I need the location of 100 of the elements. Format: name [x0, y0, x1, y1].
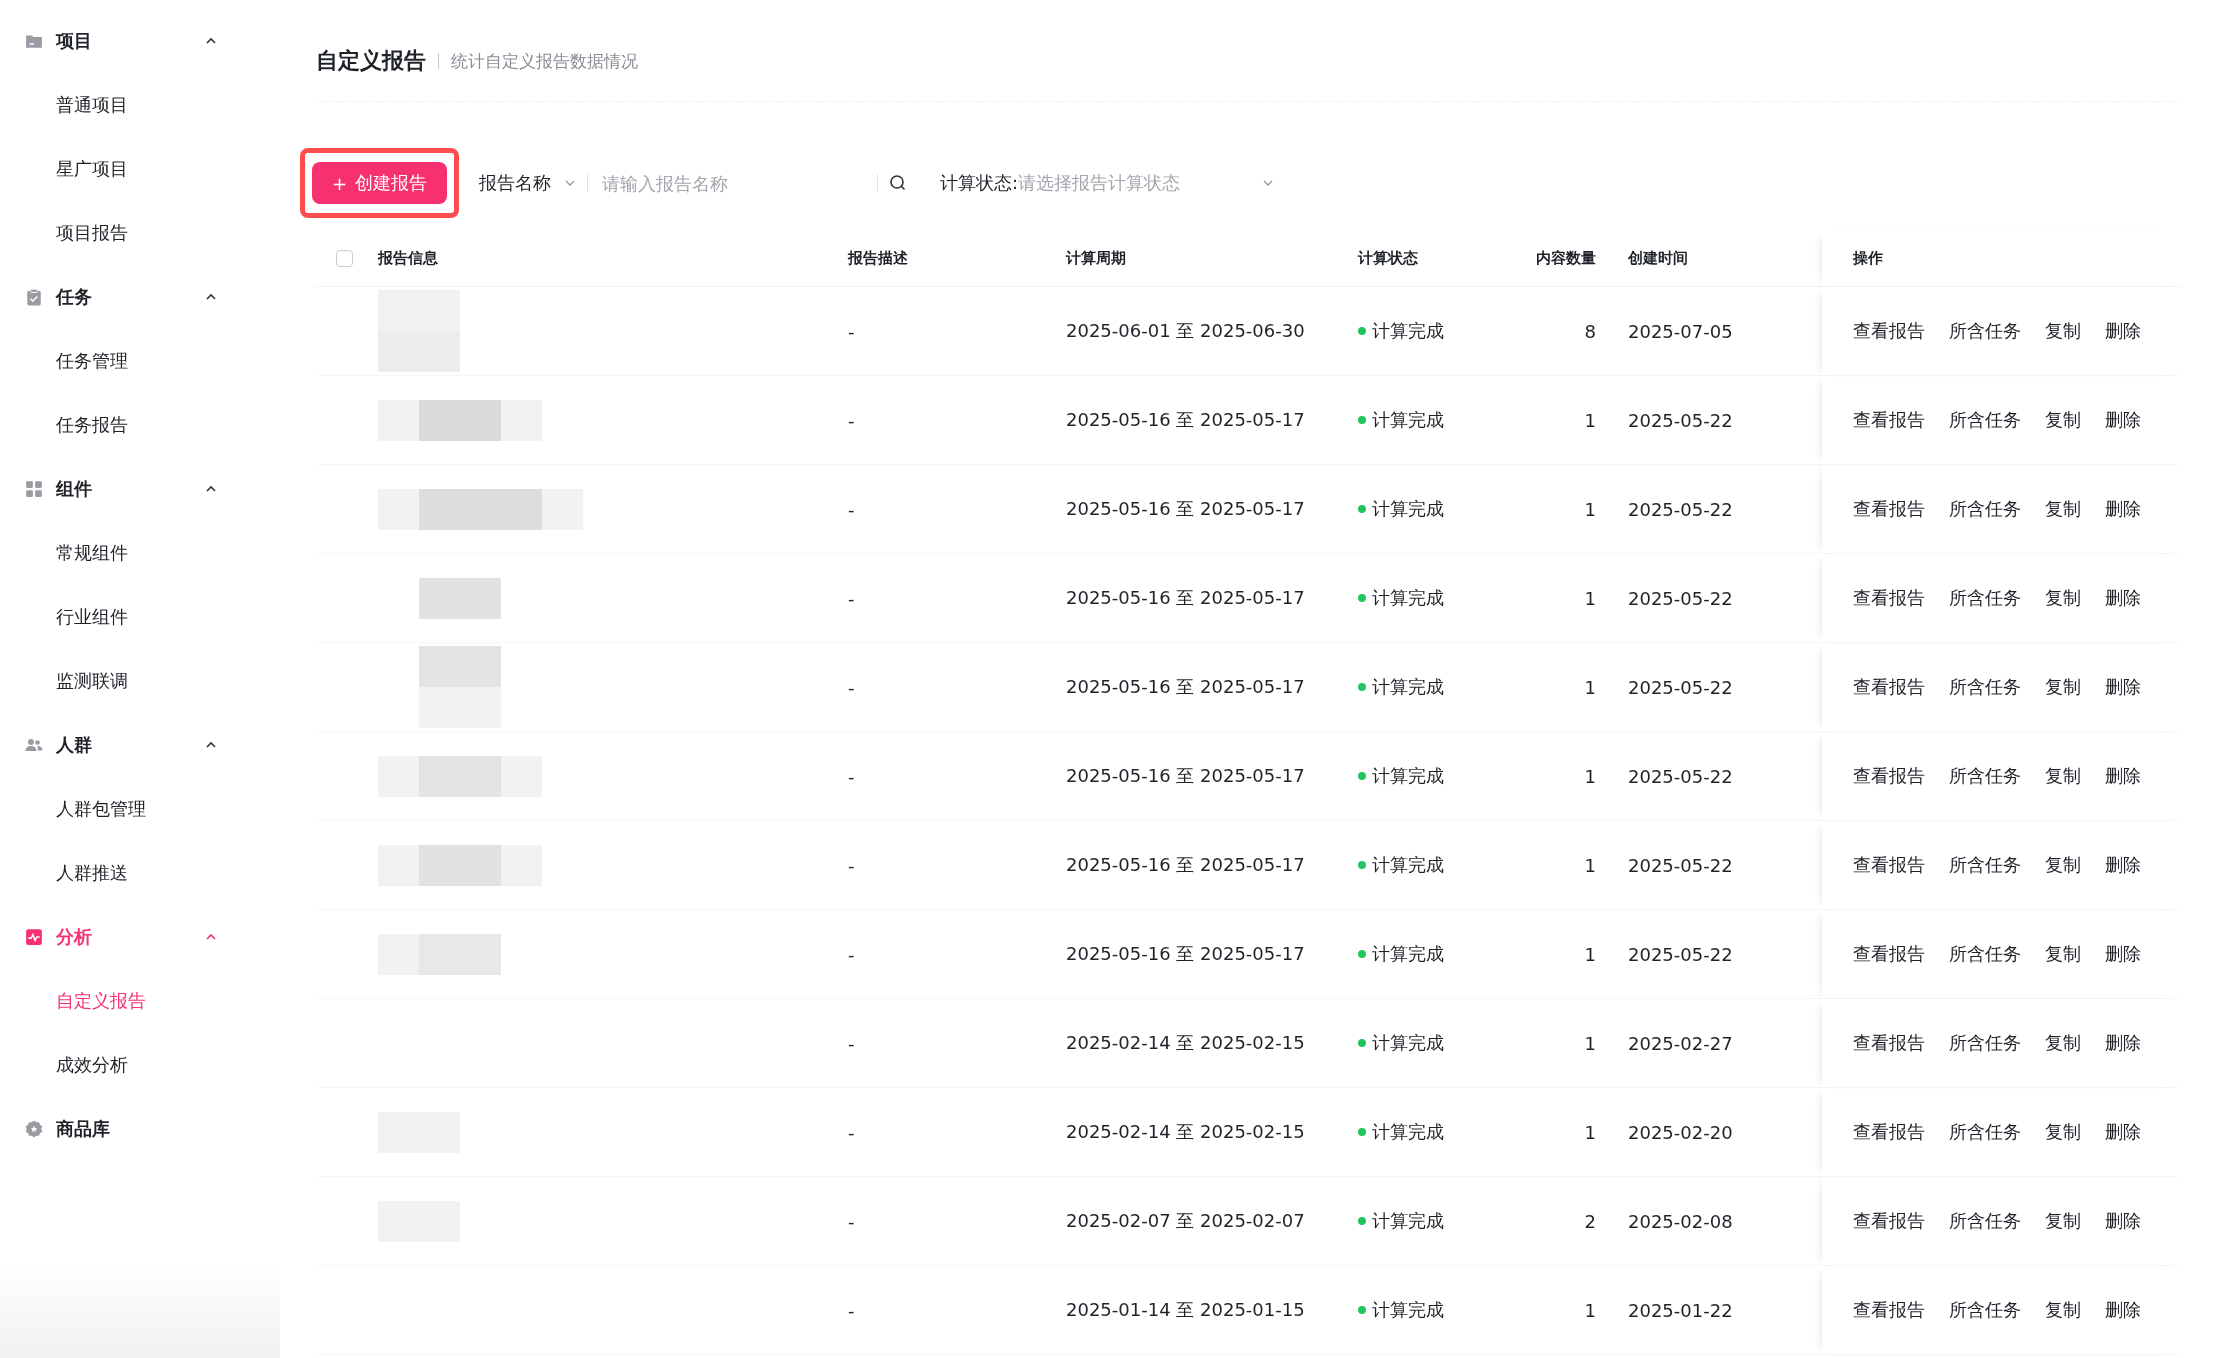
table-cell: 2025-05-22	[1612, 910, 1822, 999]
action-link[interactable]: 查看报告	[1853, 1209, 1925, 1233]
action-link[interactable]: 查看报告	[1853, 764, 1925, 788]
status-label: 计算完成	[1358, 853, 1444, 877]
action-link[interactable]: 查看报告	[1853, 497, 1925, 521]
action-link[interactable]: 删除	[2105, 675, 2141, 699]
action-link[interactable]: 删除	[2105, 586, 2141, 610]
status-filter-dropdown[interactable]: 计算状态:请选择报告计算状态	[940, 171, 1276, 195]
action-link[interactable]: 复制	[2045, 764, 2081, 788]
status-label: 计算完成	[1358, 408, 1444, 432]
action-link[interactable]: 删除	[2105, 853, 2141, 877]
menu-group[interactable]: 任务	[0, 277, 280, 317]
action-link[interactable]: 删除	[2105, 1209, 2141, 1233]
action-link[interactable]: 查看报告	[1853, 1298, 1925, 1322]
table-cell: 8	[1504, 287, 1612, 376]
action-link[interactable]: 所含任务	[1949, 1031, 2021, 1055]
action-link[interactable]: 所含任务	[1949, 853, 2021, 877]
menu-item[interactable]: 常规组件	[0, 533, 280, 573]
action-link[interactable]: 所含任务	[1949, 1209, 2021, 1233]
table-cell: 1	[1504, 465, 1612, 554]
action-link[interactable]: 所含任务	[1949, 1120, 2021, 1144]
action-link[interactable]: 查看报告	[1853, 675, 1925, 699]
action-link[interactable]: 查看报告	[1853, 586, 1925, 610]
table-cell: 2025-01-14 至 2025-01-15	[1050, 1266, 1342, 1355]
table-cell: 2025-01-22	[1612, 1266, 1822, 1355]
action-link[interactable]: 复制	[2045, 1209, 2081, 1233]
menu-group[interactable]: 组件	[0, 469, 280, 509]
table-cell: 1	[1504, 376, 1612, 465]
action-link[interactable]: 复制	[2045, 1120, 2081, 1144]
action-link[interactable]: 删除	[2105, 1031, 2141, 1055]
menu-item[interactable]: 任务管理	[0, 341, 280, 381]
action-link[interactable]: 所含任务	[1949, 764, 2021, 788]
table-cell: 2025-07-05	[1612, 287, 1822, 376]
action-link[interactable]: 所含任务	[1949, 942, 2021, 966]
action-link[interactable]: 删除	[2105, 1120, 2141, 1144]
action-link[interactable]: 删除	[2105, 497, 2141, 521]
menu-group[interactable]: 人群	[0, 725, 280, 765]
action-link[interactable]: 所含任务	[1949, 408, 2021, 432]
table-cell: 2025-05-16 至 2025-05-17	[1050, 643, 1342, 732]
create-report-button[interactable]: + 创建报告	[312, 162, 448, 204]
action-link[interactable]: 所含任务	[1949, 497, 2021, 521]
search-type-dropdown[interactable]: 报告名称	[479, 171, 588, 195]
column-header: 报告信息	[362, 231, 832, 287]
action-link[interactable]: 删除	[2105, 942, 2141, 966]
action-link[interactable]: 复制	[2045, 319, 2081, 343]
status-label: 计算完成	[1358, 764, 1444, 788]
table-cell: 2025-05-16 至 2025-05-17	[1050, 910, 1342, 999]
action-link[interactable]: 查看报告	[1853, 1031, 1925, 1055]
menu-item[interactable]: 任务报告	[0, 405, 280, 445]
action-link[interactable]: 删除	[2105, 764, 2141, 788]
table-cell: 2025-05-22	[1612, 554, 1822, 643]
menu-group[interactable]: 分析	[0, 917, 280, 957]
menu-item[interactable]: 项目报告	[0, 213, 280, 253]
table-cell: 2025-05-16 至 2025-05-17	[1050, 732, 1342, 821]
table-cell: 2025-02-07 至 2025-02-07	[1050, 1177, 1342, 1266]
action-link[interactable]: 复制	[2045, 675, 2081, 699]
filter-placeholder: 请选择报告计算状态	[1018, 171, 1182, 195]
action-link[interactable]: 复制	[2045, 1298, 2081, 1322]
menu-group[interactable]: 商品库	[0, 1109, 280, 1149]
menu-item[interactable]: 成效分析	[0, 1045, 280, 1085]
action-link[interactable]: 查看报告	[1853, 319, 1925, 343]
action-link[interactable]: 所含任务	[1949, 319, 2021, 343]
menu-item[interactable]: 普通项目	[0, 85, 280, 125]
menu-item[interactable]: 星广项目	[0, 149, 280, 189]
action-link[interactable]: 删除	[2105, 1298, 2141, 1322]
action-link[interactable]: 查看报告	[1853, 1120, 1925, 1144]
menu-group[interactable]: 项目	[0, 21, 280, 61]
action-link[interactable]: 所含任务	[1949, 586, 2021, 610]
column-header: 计算状态	[1342, 231, 1504, 287]
status-label: 计算完成	[1358, 586, 1444, 610]
select-all-checkbox[interactable]	[336, 250, 353, 267]
menu-group-label: 商品库	[56, 1117, 111, 1141]
status-label: 计算完成	[1358, 1120, 1444, 1144]
action-link[interactable]: 查看报告	[1853, 408, 1925, 432]
action-link[interactable]: 所含任务	[1949, 675, 2021, 699]
table-cell: 1	[1504, 732, 1612, 821]
menu-item[interactable]: 人群包管理	[0, 789, 280, 829]
menu-group-label: 项目	[56, 29, 93, 53]
table-cell: 2025-05-22	[1612, 821, 1822, 910]
menu-item[interactable]: 行业组件	[0, 597, 280, 637]
action-link[interactable]: 查看报告	[1853, 942, 1925, 966]
table-cell: 1	[1504, 643, 1612, 732]
action-link[interactable]: 复制	[2045, 408, 2081, 432]
action-link[interactable]: 删除	[2105, 319, 2141, 343]
action-link[interactable]: 复制	[2045, 942, 2081, 966]
action-link[interactable]: 复制	[2045, 1031, 2081, 1055]
menu-group-label: 人群	[56, 733, 93, 757]
menu-item[interactable]: 人群推送	[0, 853, 280, 893]
action-link[interactable]: 所含任务	[1949, 1298, 2021, 1322]
table-cell: 2025-05-22	[1612, 376, 1822, 465]
menu-item[interactable]: 自定义报告	[0, 981, 280, 1021]
column-header: 报告描述	[832, 231, 1050, 287]
menu-item[interactable]: 监测联调	[0, 661, 280, 701]
table-cell: -	[832, 999, 1050, 1088]
action-link[interactable]: 删除	[2105, 408, 2141, 432]
action-link[interactable]: 查看报告	[1853, 853, 1925, 877]
table-cell: 2025-05-22	[1612, 732, 1822, 821]
action-link[interactable]: 复制	[2045, 853, 2081, 877]
action-link[interactable]: 复制	[2045, 497, 2081, 521]
action-link[interactable]: 复制	[2045, 586, 2081, 610]
